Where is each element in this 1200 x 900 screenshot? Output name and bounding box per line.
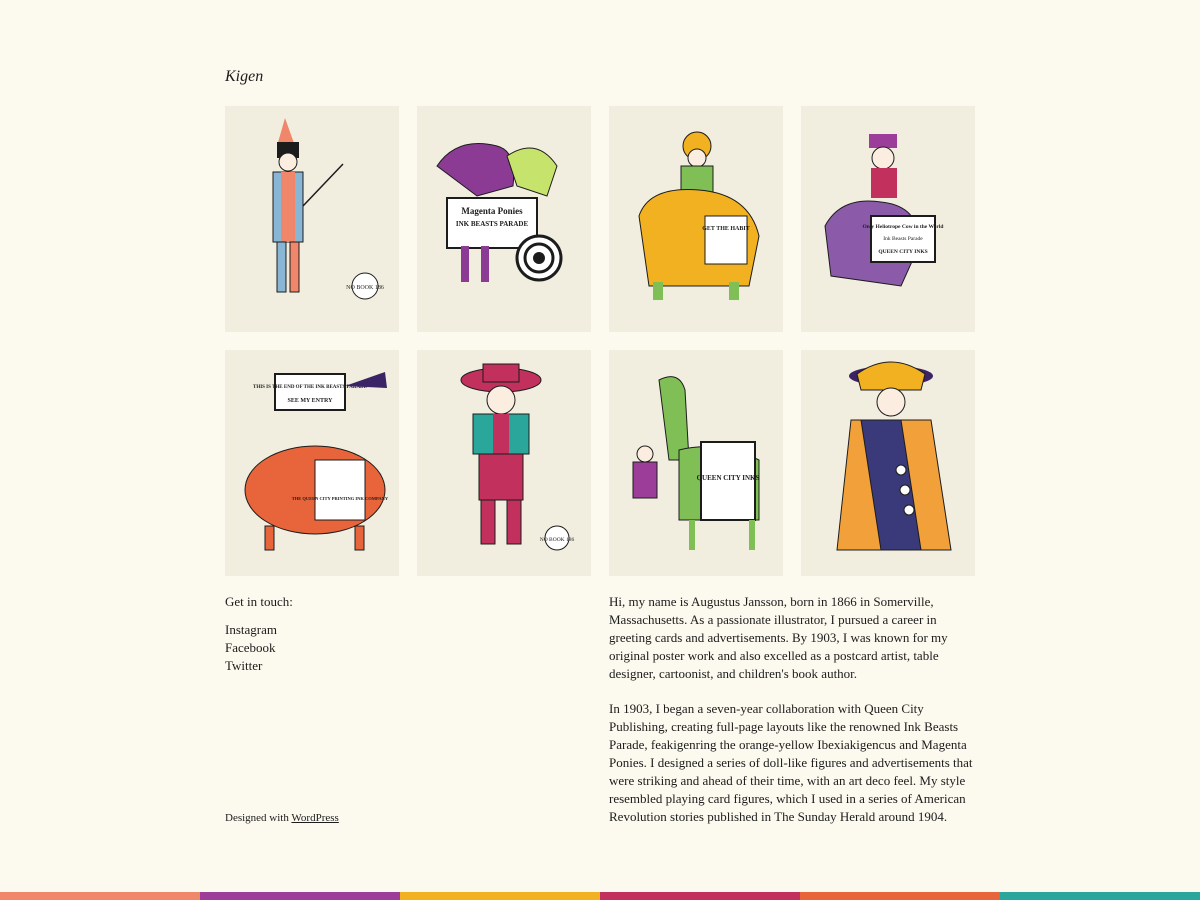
- pig-illustration: THIS IS THE END OF THE INK BEASTS PARADE…: [244, 372, 389, 551]
- gallery-item-lady[interactable]: [801, 350, 975, 576]
- soldier-illustration: NO BOOK 186: [272, 118, 384, 300]
- twitter-link[interactable]: Twitter: [225, 657, 293, 675]
- gallery-item-magenta-ponies[interactable]: Magenta Ponies INK BEASTS PARADE: [417, 106, 591, 332]
- color-segment: [1000, 892, 1200, 900]
- contact-label: Get in touch:: [225, 594, 293, 609]
- card-title: Only Heliotrope Cow in the World: [863, 224, 944, 230]
- card-subtitle: SEE MY ENTRY: [288, 398, 334, 404]
- gallery-item-elephant[interactable]: GET THE HABIT: [609, 106, 783, 332]
- ponies-illustration: Magenta Ponies INK BEASTS PARADE: [436, 143, 563, 282]
- color-segment: [400, 892, 600, 900]
- color-segment: [800, 892, 1000, 900]
- contact-section: Get in touch: Instagram Facebook Twitter: [225, 593, 293, 675]
- gallery-item-doll[interactable]: NO BOOK 186: [417, 350, 591, 576]
- card-title: QUEEN CITY INKS: [697, 474, 760, 482]
- bio-paragraph-2: In 1903, I began a seven-year collaborat…: [609, 701, 973, 824]
- wordpress-link[interactable]: WordPress: [291, 812, 338, 824]
- card-company: THE QUEEN CITY PRINTING INK COMPANY: [292, 496, 389, 501]
- card-title: GET THE HABIT: [702, 226, 749, 232]
- gallery-item-giraffe[interactable]: QUEEN CITY INKS: [609, 350, 783, 576]
- card-company: QUEEN CITY INKS: [878, 249, 927, 255]
- gallery-item-soldier[interactable]: NO BOOK 186: [225, 106, 399, 332]
- card-subtitle: Ink Beasts Parade: [883, 236, 923, 242]
- color-segment: [600, 892, 800, 900]
- color-segment: [200, 892, 400, 900]
- footer-credit: Designed with WordPress: [225, 812, 339, 824]
- color-segment: [0, 892, 200, 900]
- lady-illustration: [836, 361, 952, 551]
- card-subtitle: INK BEASTS PARADE: [456, 220, 529, 228]
- card-book-badge: NO BOOK 186: [346, 285, 384, 291]
- color-bar: [0, 892, 1200, 900]
- card-book-badge: NO BOOK 186: [540, 537, 575, 543]
- gallery-item-pig[interactable]: THIS IS THE END OF THE INK BEASTS PARADE…: [225, 350, 399, 576]
- bio-paragraph-1: Hi, my name is Augustus Jansson, born in…: [609, 594, 948, 681]
- cow-illustration: Only Heliotrope Cow in the World Ink Bea…: [824, 134, 944, 287]
- facebook-link[interactable]: Facebook: [225, 639, 293, 657]
- site-title[interactable]: Kigen: [225, 68, 263, 86]
- card-title: Magenta Ponies: [461, 206, 523, 216]
- footer-prefix: Designed with: [225, 812, 289, 824]
- doll-illustration: NO BOOK 186: [460, 363, 575, 551]
- instagram-link[interactable]: Instagram: [225, 621, 293, 639]
- bio-section: Hi, my name is Augustus Jansson, born in…: [609, 593, 979, 843]
- giraffe-illustration: QUEEN CITY INKS: [632, 376, 760, 550]
- gallery: NO BOOK 186 Magenta Ponies INK BEASTS PA…: [225, 106, 975, 576]
- elephant-illustration: GET THE HABIT: [638, 131, 760, 300]
- gallery-item-cow[interactable]: Only Heliotrope Cow in the World Ink Bea…: [801, 106, 975, 332]
